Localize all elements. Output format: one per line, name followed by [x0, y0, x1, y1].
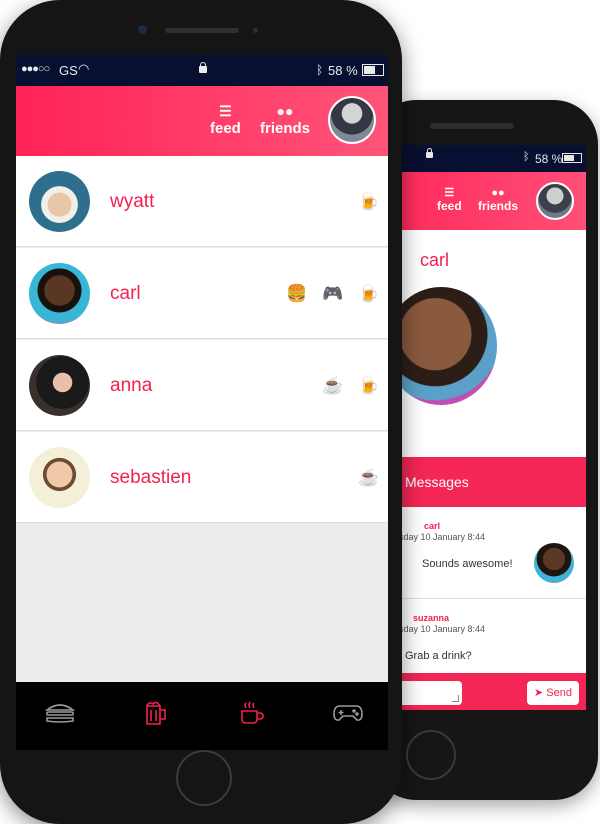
battery-percentage: 58 %: [535, 152, 563, 166]
coffee-icon: ☕: [358, 468, 380, 487]
message-item: suzanna sday 10 January 8:44 Grab a drin…: [397, 599, 586, 673]
battery-icon: [362, 64, 384, 76]
back-speaker: [430, 123, 514, 129]
signal-strength-icon: ●●●○○: [21, 63, 50, 75]
bluetooth-icon: ᛒ: [523, 151, 530, 163]
beer-icon: 🍺: [358, 376, 380, 395]
profile-name: carl: [420, 250, 450, 270]
friend-name: sebastien: [110, 467, 192, 488]
friend-row[interactable]: anna ☕ 🍺: [16, 340, 388, 431]
beer-icon: [146, 701, 166, 725]
burger-icon: [44, 704, 76, 723]
back-status-bar: ᛒ 58 %: [397, 145, 586, 172]
beer-icon: 🍺: [358, 284, 380, 303]
message-author: suzanna: [413, 613, 450, 623]
message-text: Sounds awesome!: [422, 558, 513, 570]
send-button[interactable]: ➤ Send: [527, 681, 579, 705]
send-icon: ➤: [534, 687, 544, 699]
message-input[interactable]: [397, 681, 462, 705]
nav-friends-label: friends: [260, 120, 311, 137]
messages-title: Messages: [405, 474, 469, 490]
bottom-tab-bar: [16, 682, 388, 750]
friend-row[interactable]: carl 🍔 🎮 🍺: [16, 248, 388, 339]
gamepad-icon: [333, 705, 363, 721]
nav-friends[interactable]: ●● friends: [260, 103, 310, 137]
user-avatar[interactable]: [328, 96, 376, 144]
nav-feed[interactable]: ☰ feed: [210, 103, 241, 137]
nav-friends-label: friends: [478, 199, 519, 213]
friend-row[interactable]: wyatt 🍺: [16, 156, 388, 247]
front-camera: [138, 25, 147, 34]
message-date: sday 10 January 8:44: [399, 624, 486, 634]
front-home-button[interactable]: [176, 750, 232, 806]
users-icon: ●●: [276, 103, 294, 119]
message-item: carl sday 10 January 8:44 Sounds awesome…: [397, 507, 586, 599]
friends-list: wyatt 🍺 carl 🍔 🎮 🍺 anna ☕ 🍺 sebastien ☕: [16, 156, 388, 682]
battery-icon: [562, 153, 582, 163]
front-sensor: [253, 28, 258, 33]
users-icon: ●●: [491, 187, 505, 199]
message-date: sday 10 January 8:44: [399, 532, 486, 542]
send-label: Send: [546, 687, 572, 699]
list-icon: ☰: [444, 187, 455, 199]
coffee-icon: [241, 701, 264, 724]
friend-name: anna: [110, 375, 153, 396]
friend-avatar: [29, 171, 90, 232]
carrier-name: GS: [59, 63, 78, 78]
tab-burger[interactable]: [42, 700, 78, 730]
wifi-icon: ◠: [78, 61, 90, 76]
tab-beer[interactable]: [138, 700, 174, 730]
friend-name: carl: [110, 283, 141, 304]
mockup-stage: ᛒ 58 % ☰ feed ●● friends carl Messages c…: [0, 0, 600, 824]
nav-feed[interactable]: ☰ feed: [437, 187, 462, 213]
user-avatar[interactable]: [536, 182, 574, 220]
list-icon: ☰: [219, 103, 232, 119]
friend-row[interactable]: sebastien ☕: [16, 432, 388, 523]
front-speaker: [165, 28, 239, 33]
compose-bar: ➤ Send: [397, 673, 586, 710]
bluetooth-icon: ᛒ: [316, 63, 324, 77]
friend-avatar: [29, 263, 90, 324]
tab-coffee[interactable]: [234, 700, 270, 730]
back-app-header: ☰ feed ●● friends: [397, 172, 586, 230]
back-phone-screen: ᛒ 58 % ☰ feed ●● friends carl Messages c…: [397, 145, 586, 710]
messages-header: Messages: [397, 457, 586, 507]
burger-icon: 🍔: [286, 284, 308, 303]
lock-icon: [426, 148, 433, 158]
nav-feed-label: feed: [210, 120, 241, 137]
coffee-icon: ☕: [322, 376, 344, 395]
nav-friends[interactable]: ●● friends: [478, 187, 518, 213]
gamepad-icon: 🎮: [322, 284, 344, 303]
message-author: carl: [424, 521, 441, 531]
status-bar: ●●●○○ GS ◠ ᛒ 58 %: [16, 55, 388, 86]
tab-gamepad[interactable]: [330, 700, 366, 730]
beer-icon: 🍺: [358, 192, 380, 211]
front-phone-screen: ●●●○○ GS ◠ ᛒ 58 % ☰ feed ●● friends wyat…: [16, 55, 388, 750]
back-home-button[interactable]: [406, 730, 456, 780]
lock-icon: [199, 62, 207, 73]
battery-percentage: 58 %: [328, 63, 358, 78]
message-avatar: [534, 543, 574, 583]
nav-feed-label: feed: [437, 199, 462, 213]
profile-photo: [397, 287, 497, 405]
friend-name: wyatt: [110, 191, 155, 212]
front-phone-frame: ●●●○○ GS ◠ ᛒ 58 % ☰ feed ●● friends wyat…: [0, 0, 402, 824]
message-text: Grab a drink?: [405, 650, 472, 662]
friend-avatar: [29, 355, 90, 416]
app-header: ☰ feed ●● friends: [16, 86, 388, 156]
friend-avatar: [29, 447, 90, 508]
